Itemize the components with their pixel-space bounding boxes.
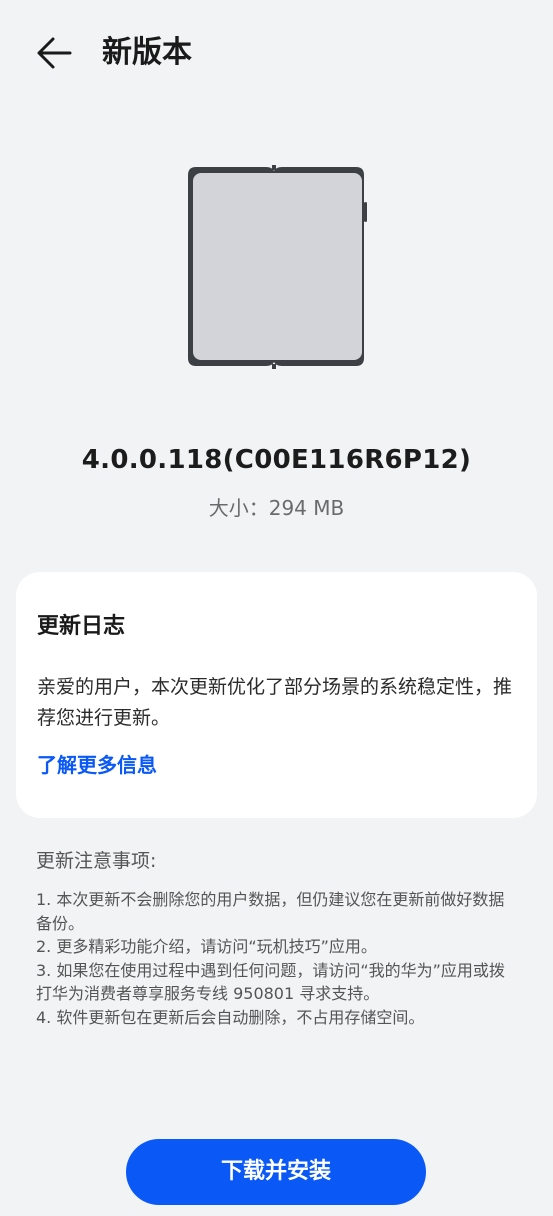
update-page: 新版本 4.0.0.118(C00E116R6P12) 大小：294 MB 更新… (0, 0, 553, 1216)
download-install-button[interactable]: 下载并安装 (126, 1139, 426, 1205)
foldable-phone-icon (186, 165, 368, 370)
changelog-title: 更新日志 (37, 614, 126, 639)
changelog-body: 亲爱的用户，本次更新优化了部分场景的系统稳定性，推荐您进行更新。 (37, 676, 513, 729)
notes-title: 更新注意事项: (36, 850, 157, 872)
notes-list: 1. 本次更新不会删除您的用户数据，但仍建议您在更新前做好数据备份。 2. 更多… (36, 888, 520, 1029)
changelog-card: 更新日志 亲爱的用户，本次更新优化了部分场景的系统稳定性，推荐您进行更新。 了解… (16, 572, 537, 818)
learn-more-link[interactable]: 了解更多信息 (37, 748, 157, 782)
package-size: 大小：294 MB (208, 496, 345, 520)
version-number: 4.0.0.118(C00E116R6P12) (81, 445, 472, 475)
note-item: 2. 更多精彩功能介绍，请访问“玩机技巧”应用。 (36, 937, 377, 956)
arrow-left-icon (37, 37, 72, 69)
note-item: 3. 如果您在使用过程中遇到任何问题，请访问“我的华为”应用或拨打华为消费者尊享… (36, 960, 505, 1004)
note-item: 4. 软件更新包在更新后会自动删除，不占用存储空间。 (36, 1007, 425, 1027)
back-button[interactable] (30, 30, 80, 76)
header: 新版本 (0, 0, 553, 108)
page-title: 新版本 (102, 35, 192, 70)
note-item: 1. 本次更新不会删除您的用户数据，但仍建议您在更新前做好数据备份。 (36, 890, 505, 933)
